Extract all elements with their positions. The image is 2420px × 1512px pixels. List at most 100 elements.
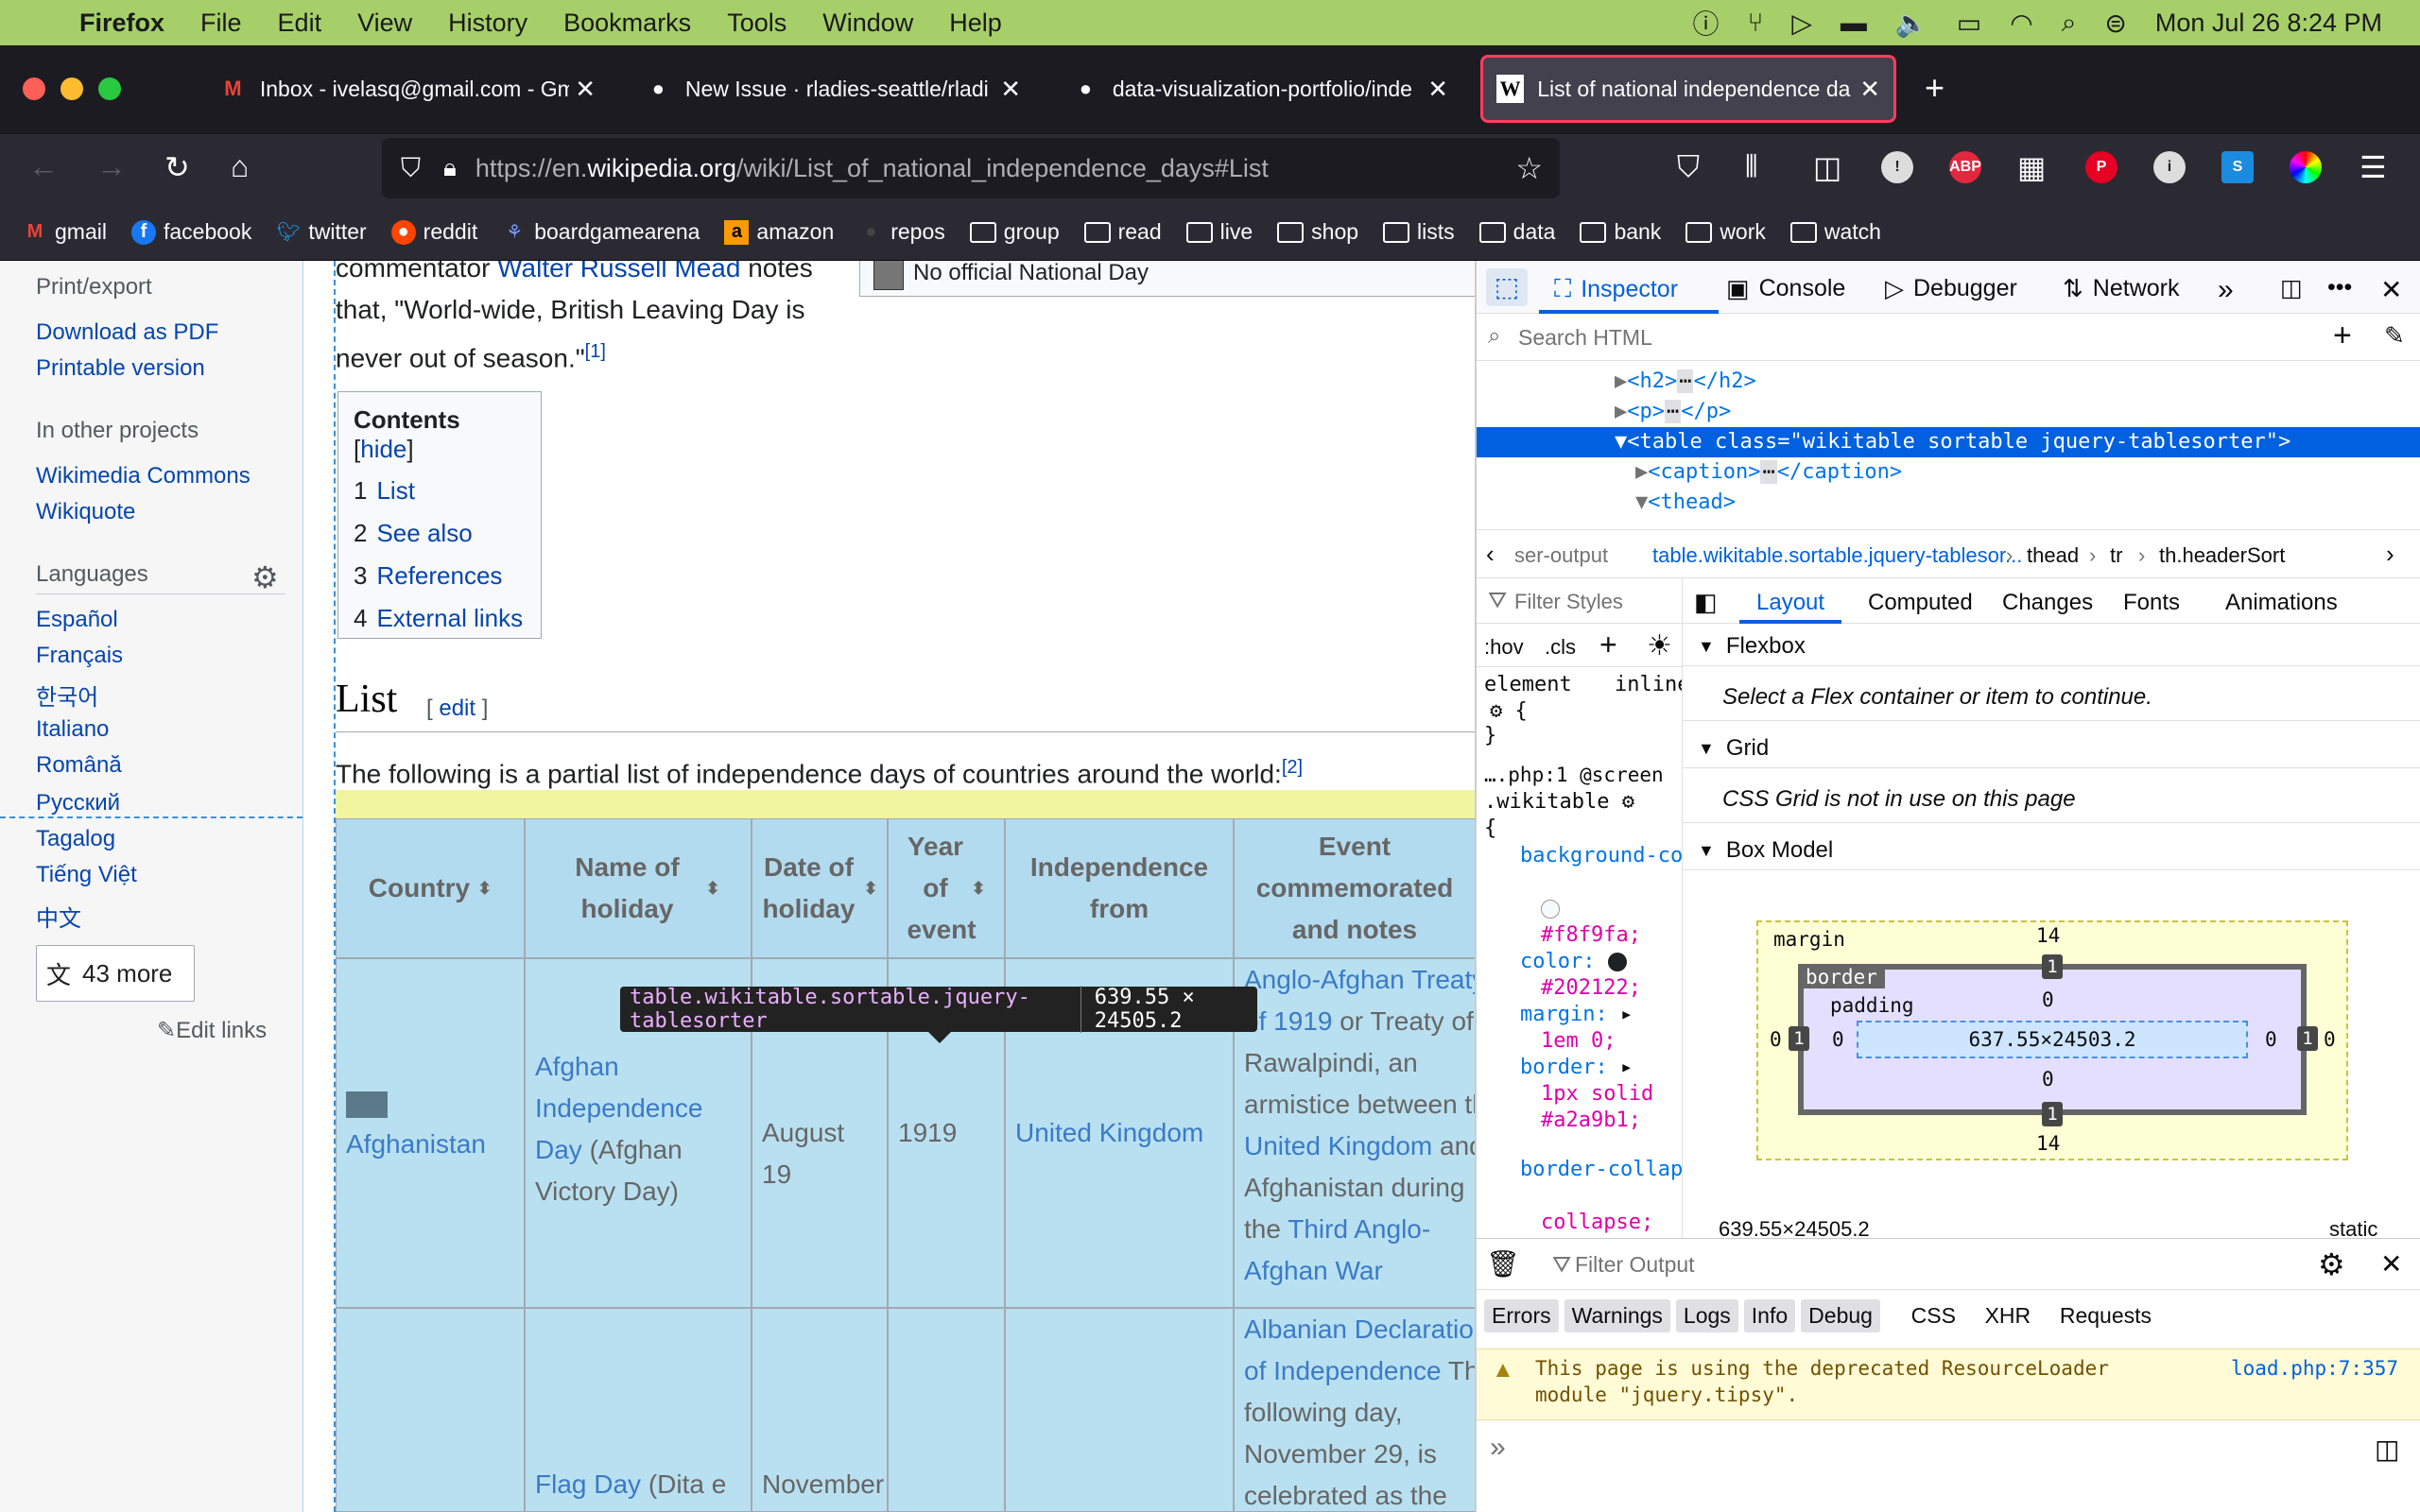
play-status-icon[interactable]: ▷ [1791,8,1812,39]
library-icon[interactable]: ⫴ [1745,149,1757,185]
toggle-rules-pane-icon[interactable]: ◧ [1694,588,1718,617]
filter-info[interactable]: Info [1743,1299,1796,1332]
walter-russell-mead-link[interactable]: Walter Russell Mead [497,261,740,283]
toc-item-see-also[interactable]: 2 See also [354,512,526,555]
console-prompt-chevron-icon[interactable]: » [1490,1432,1506,1464]
console-warning-message[interactable]: ▲ This page is using the deprecated Reso… [1477,1349,2420,1420]
sidebar-icon[interactable]: ◫ [1813,149,1841,185]
tab-github-portfolio[interactable]: ● data-visualization-portfolio/inde ✕ [1059,55,1461,123]
url-bar[interactable]: ⛉ 🔒︎ https://en. wikipedia.org/wiki/List_… [382,138,1560,198]
toc-hide-link[interactable]: hide [360,435,406,463]
minimize-window-icon[interactable] [60,77,83,100]
filter-styles-input[interactable]: Filter Styles [1514,590,1623,614]
filter-css[interactable]: CSS [1911,1303,1956,1328]
menu-window[interactable]: Window [822,9,913,38]
th-name-of-holiday[interactable]: Name of holiday ⬍ [525,818,752,958]
lang-link-zh[interactable]: 中文 [36,900,81,933]
light-theme-icon[interactable]: ☀ [1647,629,1672,662]
th-country[interactable]: Country ⬍ [336,818,525,958]
afghanistan-link[interactable]: Afghanistan [346,1129,486,1159]
rule-prop-background-color[interactable]: background-color: [1520,843,1682,869]
margin-right-value[interactable]: 0 [2324,1028,2336,1051]
volume-icon[interactable]: 🔈 [1895,8,1928,39]
th-independence-from[interactable]: Independence from [1005,818,1234,958]
bookmark-folder-work[interactable]: work [1685,219,1766,245]
close-tab-icon[interactable]: ✕ [1427,75,1448,104]
padding-right-value[interactable]: 0 [2265,1028,2277,1051]
flag-day-link[interactable]: Flag Day [535,1469,641,1499]
toc-item-external-links[interactable]: 4 External links [354,597,526,640]
onepassword-icon[interactable]: i [2153,151,2186,183]
breadcrumb-item-tr[interactable]: tr [2110,543,2122,568]
menu-help[interactable]: Help [949,9,1002,38]
search-html-input[interactable]: Search HTML [1518,325,1652,351]
home-icon[interactable]: ⌂ [231,149,249,184]
tab-debugger[interactable]: ▷ Debugger [1885,274,2017,303]
tab-fonts[interactable]: Fonts [2123,590,2180,616]
grid-extension-icon[interactable]: ▦ [2017,149,2046,185]
margin-left-value[interactable]: 0 [1770,1028,1782,1051]
close-tab-icon[interactable]: ✕ [1000,75,1021,104]
reload-icon[interactable]: ↻ [164,149,190,185]
filter-warnings[interactable]: Warnings [1564,1299,1670,1332]
filter-xhr[interactable]: XHR [1985,1303,2031,1328]
rule-prop-margin[interactable]: margin: ▸ [1520,1002,1633,1028]
toc-item-list[interactable]: 1 List [354,470,526,512]
lang-link-it[interactable]: Italiano [36,716,109,743]
html-node-h2[interactable]: ▶<h2>⋯</h2> [1477,367,2420,397]
ref-link-2[interactable]: [2] [1282,757,1303,778]
shield-icon[interactable]: ⛉ [401,153,421,184]
box-model-section-header[interactable]: ▼ Box Model [1698,837,1833,864]
th-year-of-event[interactable]: Year of event ⬍ [888,818,1005,958]
html-node-p[interactable]: ▶<p>⋯</p> [1477,397,2420,427]
tab-console[interactable]: ▣ Console [1726,274,1845,303]
trash-icon[interactable]: 🗑︎ [1486,1248,1520,1280]
warning-source-link[interactable]: load.php:7:357 [2231,1357,2398,1380]
close-window-icon[interactable] [23,77,45,100]
bookmark-folder-bank[interactable]: bank [1580,219,1661,245]
border-bottom-value[interactable]: 1 [2042,1102,2063,1126]
close-tab-icon[interactable]: ✕ [575,75,596,104]
tab-wikipedia[interactable]: W List of national independence da ✕ [1480,55,1896,123]
border-left-value[interactable]: 1 [1789,1026,1809,1051]
hov-toggle[interactable]: :hov [1484,635,1524,660]
breadcrumb-item-th[interactable]: th.headerSort [2159,543,2285,568]
back-arrow-icon[interactable]: ← [28,149,59,184]
control-center-icon[interactable]: ⊜ [2104,8,2126,39]
bookmark-facebook[interactable]: f facebook [130,219,251,245]
extension-info-icon[interactable]: ! [1881,151,1913,183]
breadcrumb-item[interactable]: ser-output [1514,543,1608,568]
tab-animations[interactable]: Animations [2225,590,2338,616]
close-tab-icon[interactable]: ✕ [1859,75,1880,104]
lang-link-vi[interactable]: Tiếng Việt [36,862,137,888]
bookmark-folder-watch[interactable]: watch [1789,219,1881,245]
color-picker-icon[interactable] [2290,151,2322,183]
close-console-icon[interactable]: ✕ [2380,1248,2402,1280]
clock[interactable]: Mon Jul 26 8:24 PM [2155,9,2382,38]
menu-edit[interactable]: Edit [278,9,322,38]
wikiquote-link[interactable]: Wikiquote [36,499,135,525]
rule-prop-color[interactable]: color: [1520,949,1627,975]
toc-item-references[interactable]: 3 References [354,555,526,597]
html-node-thead[interactable]: ▼<thead> [1477,488,2420,518]
breadcrumb-item-thead[interactable]: thead [2027,543,2079,568]
menu-app-name[interactable]: Firefox [79,9,164,38]
adblock-plus-icon[interactable]: ABP [1949,151,1981,183]
language-settings-gear-icon[interactable]: ⚙ [251,559,279,595]
more-tools-chevron-icon[interactable]: » [2218,274,2234,306]
bookmark-boardgamearena[interactable]: ⚘ boardgamearena [502,219,700,245]
bookmark-twitter[interactable]: 🐦︎ twitter [276,219,367,245]
battery-icon[interactable]: ▭ [1957,8,1981,39]
filter-requests[interactable]: Requests [2060,1303,2152,1328]
bookmark-amazon[interactable]: a amazon [724,219,834,245]
zoom-window-icon[interactable] [98,77,121,100]
editor-mode-icon[interactable]: ◫ [2375,1434,2399,1465]
hamburger-menu-icon[interactable]: ☰ [2360,149,2387,185]
pocket-icon[interactable]: ⛉ [1677,149,1700,185]
add-node-icon[interactable]: + [2333,318,2352,354]
pinterest-icon[interactable]: P [2085,151,2118,183]
border-right-value[interactable]: 1 [2297,1026,2318,1051]
eyedropper-icon[interactable]: ✎ [2384,321,2405,351]
box-model-content-size[interactable]: 637.55×24503.2 [1857,1021,2248,1058]
rule-source-link[interactable]: ….php:1 @screen [1484,764,1664,786]
